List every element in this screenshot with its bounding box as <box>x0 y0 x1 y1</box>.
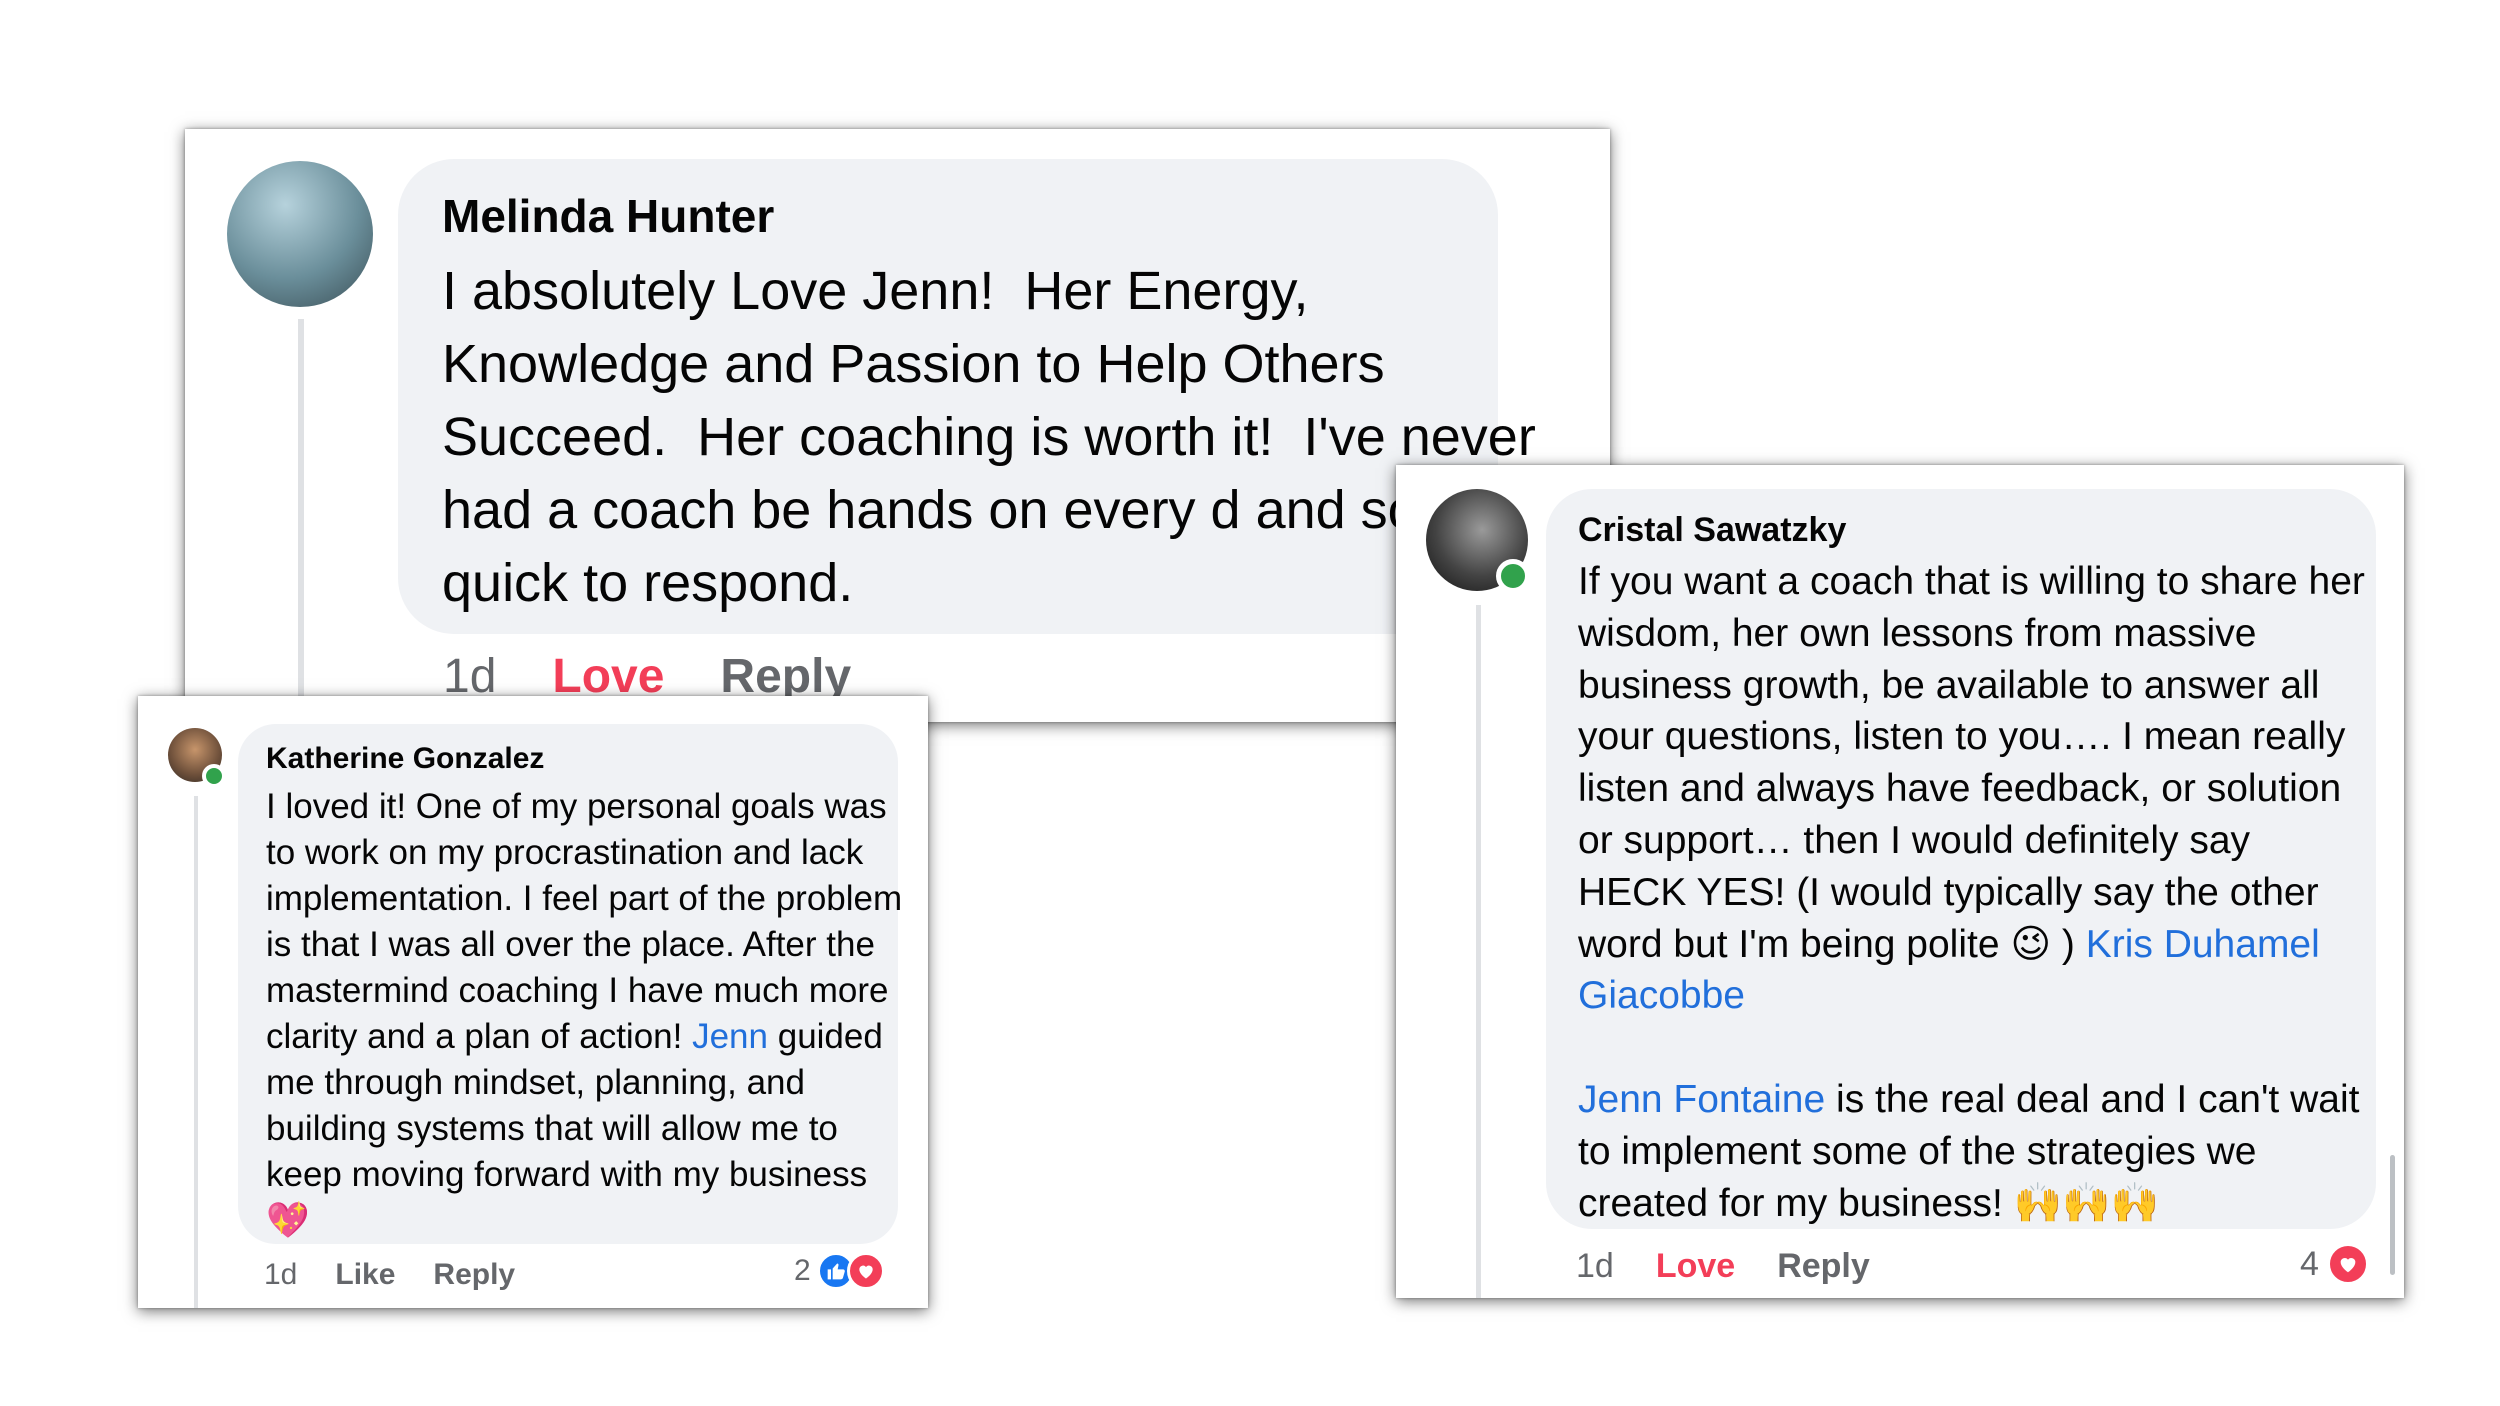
reaction-summary[interactable]: 2 <box>794 1252 885 1290</box>
winking-face-emoji-icon: 😉 <box>2010 921 2052 967</box>
comment-text-part: I loved it! One of my personal goals was… <box>266 787 912 1056</box>
comment-actions: 1d Love Reply <box>1576 1247 1912 1286</box>
reaction-count: 4 <box>2300 1244 2319 1283</box>
online-status-icon <box>202 764 226 788</box>
reaction-summary[interactable]: 4 <box>2300 1243 2369 1285</box>
comment-text-part: If you want a coach that is willing to s… <box>1578 560 2376 966</box>
mention-link-jenn-fontaine[interactable]: Jenn Fontaine <box>1578 1078 1825 1121</box>
comment-author[interactable]: Katherine Gonzalez <box>266 742 898 776</box>
comment-bubble: Cristal Sawatzky If you want a coach tha… <box>1546 489 2376 1229</box>
reaction-count: 2 <box>794 1254 811 1287</box>
comment-author[interactable]: Cristal Sawatzky <box>1578 511 2376 550</box>
comment-actions: 1d Like Reply <box>264 1258 553 1292</box>
comment-timestamp[interactable]: 1d <box>264 1258 297 1292</box>
comment-text-part: ) <box>2051 922 2086 966</box>
comment-bubble: Katherine Gonzalez I loved it! One of my… <box>238 724 902 1244</box>
reply-button[interactable]: Reply <box>433 1258 515 1292</box>
scrollbar[interactable] <box>2390 1155 2395 1275</box>
reply-button[interactable]: Reply <box>1777 1247 1870 1286</box>
comment-card-cristal: Cristal Sawatzky If you want a coach tha… <box>1396 465 2404 1298</box>
comment-text: I loved it! One of my personal goals was… <box>266 784 906 1244</box>
avatar[interactable] <box>227 161 373 307</box>
comment-bubble: Melinda Hunter I absolutely Love Jenn! H… <box>398 159 1536 634</box>
mention-link-jenn[interactable]: Jenn <box>692 1017 768 1056</box>
like-button[interactable]: Like <box>335 1258 395 1292</box>
comment-timestamp[interactable]: 1d <box>1576 1247 1614 1286</box>
comment-text: I absolutely Love Jenn! Her Energy, Know… <box>442 261 1536 613</box>
sparkling-heart-emoji-icon: 💖 <box>266 1201 310 1241</box>
thread-line <box>298 319 304 739</box>
raising-hands-emoji-icon: 🙌🙌🙌 <box>2013 1180 2160 1226</box>
thread-line <box>1476 605 1481 1298</box>
online-status-icon <box>1496 559 1530 593</box>
thread-line <box>194 796 198 1308</box>
love-icon <box>2326 1243 2369 1285</box>
comment-author[interactable]: Melinda Hunter <box>442 189 1454 243</box>
love-icon <box>846 1252 885 1290</box>
love-reaction-button[interactable]: Love <box>1656 1247 1735 1286</box>
comment-card-katherine: Katherine Gonzalez I loved it! One of my… <box>138 696 928 1308</box>
comment-text: If you want a coach that is willing to s… <box>1578 556 2368 1229</box>
